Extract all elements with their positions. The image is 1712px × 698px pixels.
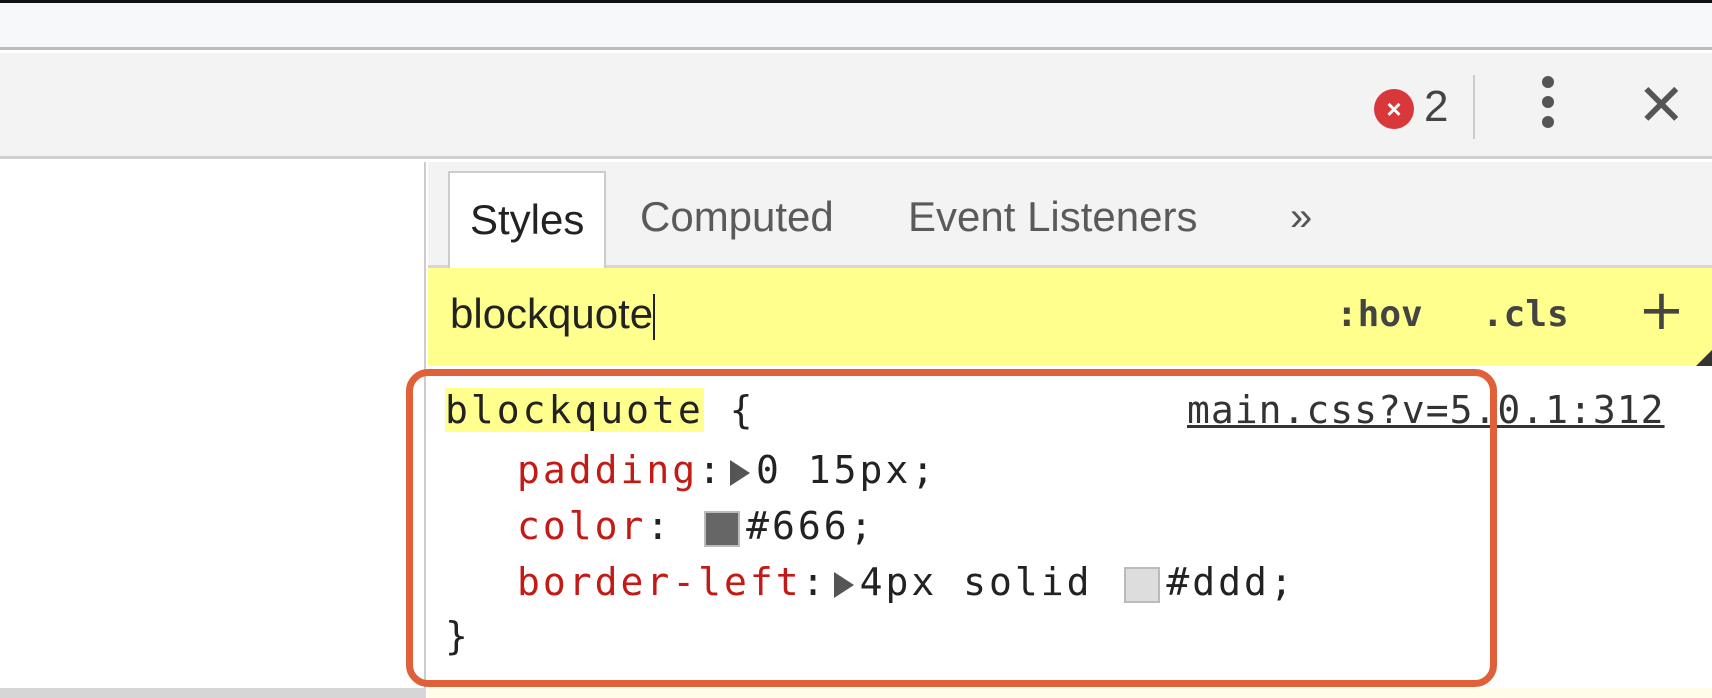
kebab-menu-icon[interactable] <box>1530 76 1566 136</box>
styles-filter-bar: blockquote :hov .cls + <box>428 268 1712 366</box>
tab-styles[interactable]: Styles <box>448 171 607 268</box>
hover-state-button[interactable]: :hov <box>1336 294 1423 335</box>
close-icon[interactable]: ✕ <box>1637 76 1686 136</box>
highlight-annotation-box <box>406 369 1497 687</box>
text-caret <box>653 293 656 340</box>
more-tabs-chevron-icon[interactable]: » <box>1290 162 1312 268</box>
elements-pane-footer <box>0 688 426 698</box>
class-toggle-button[interactable]: .cls <box>1482 294 1569 335</box>
tab-computed[interactable]: Computed <box>640 162 834 268</box>
devtools-toolbar <box>0 53 1712 159</box>
top-bar <box>0 3 1712 50</box>
next-rule-area <box>428 688 1712 698</box>
error-circle-icon[interactable]: × <box>1374 89 1414 129</box>
filter-input[interactable]: blockquote <box>450 290 656 340</box>
filter-value: blockquote <box>450 290 654 337</box>
tab-event-listeners[interactable]: Event Listeners <box>908 162 1198 268</box>
elements-pane <box>0 162 426 688</box>
sidebar-tabs: Styles Computed Event Listeners » <box>428 162 1712 268</box>
corner-triangle-icon[interactable] <box>1696 346 1712 366</box>
new-style-rule-button[interactable]: + <box>1638 278 1685 343</box>
error-count[interactable]: 2 <box>1424 82 1448 132</box>
toolbar-divider <box>1473 75 1475 139</box>
